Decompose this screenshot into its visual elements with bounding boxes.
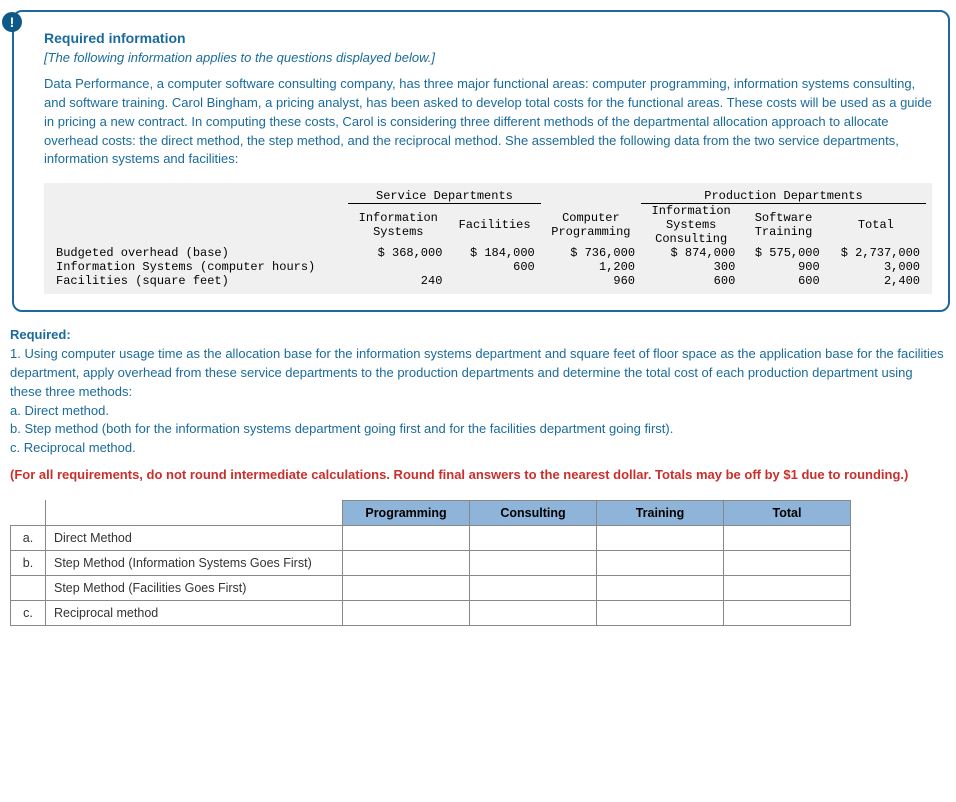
table-row: Information Systems (computer hours) 600… — [50, 260, 926, 274]
required-section: Required: 1. Using computer usage time a… — [0, 320, 956, 462]
cell: 300 — [641, 260, 741, 274]
answer-row: c. Reciprocal method — [11, 601, 851, 626]
info-badge: ! — [2, 12, 22, 32]
cell — [448, 274, 540, 288]
col-header-programming: ComputerProgramming — [541, 204, 641, 247]
answer-row-label: Reciprocal method — [46, 601, 343, 626]
answer-table-container: Programming Consulting Training Total a.… — [0, 492, 956, 634]
answer-input[interactable] — [724, 526, 851, 551]
row-label-0: Budgeted overhead (base) — [50, 246, 348, 260]
answer-header-programming: Programming — [343, 501, 470, 526]
answer-input[interactable] — [470, 526, 597, 551]
card-subhead: [The following information applies to th… — [44, 50, 932, 65]
cell: $ 2,737,000 — [826, 246, 926, 260]
answer-input[interactable] — [724, 601, 851, 626]
answer-input[interactable] — [343, 576, 470, 601]
col-header-total: Total — [826, 204, 926, 247]
answer-row-label: Step Method (Information Systems Goes Fi… — [46, 551, 343, 576]
answer-row: Step Method (Facilities Goes First) — [11, 576, 851, 601]
cell: 240 — [348, 274, 448, 288]
answer-input[interactable] — [597, 551, 724, 576]
answer-row-label: Direct Method — [46, 526, 343, 551]
answer-input[interactable] — [343, 551, 470, 576]
required-b: b. Step method (both for the information… — [10, 421, 673, 436]
answer-input[interactable] — [724, 551, 851, 576]
required-a: a. Direct method. — [10, 403, 109, 418]
row-label-1: Information Systems (computer hours) — [50, 260, 348, 274]
required-info-card: Required information [The following info… — [12, 10, 950, 312]
cell: 600 — [641, 274, 741, 288]
col-header-consulting: InformationSystemsConsulting — [641, 204, 741, 247]
answer-row-key: a. — [11, 526, 46, 551]
answer-row-key: b. — [11, 551, 46, 576]
cell: $ 184,000 — [448, 246, 540, 260]
answer-header-total: Total — [724, 501, 851, 526]
answer-input[interactable] — [597, 526, 724, 551]
cell: 2,400 — [826, 274, 926, 288]
answer-input[interactable] — [470, 576, 597, 601]
required-intro: 1. Using computer usage time as the allo… — [10, 346, 944, 399]
row-label-2: Facilities (square feet) — [50, 274, 348, 288]
card-body: Data Performance, a computer software co… — [44, 75, 932, 169]
group-header-production: Production Departments — [641, 189, 926, 204]
table-row: Facilities (square feet) 240 960 600 600… — [50, 274, 926, 288]
col-header-training: SoftwareTraining — [741, 204, 825, 247]
cell: 3,000 — [826, 260, 926, 274]
answer-input[interactable] — [343, 526, 470, 551]
answer-input[interactable] — [343, 601, 470, 626]
cell: $ 736,000 — [541, 246, 641, 260]
cell: 1,200 — [541, 260, 641, 274]
card-heading: Required information — [44, 30, 932, 46]
col-header-info-sys: InformationSystems — [348, 204, 448, 247]
answer-input[interactable] — [470, 601, 597, 626]
required-heading: Required: — [10, 327, 71, 342]
cell — [348, 260, 448, 274]
required-c: c. Reciprocal method. — [10, 440, 136, 455]
cell: 600 — [448, 260, 540, 274]
table-row: Budgeted overhead (base) $ 368,000 $ 184… — [50, 246, 926, 260]
group-header-service: Service Departments — [348, 189, 541, 204]
answer-row-key: c. — [11, 601, 46, 626]
answer-row: a. Direct Method — [11, 526, 851, 551]
data-table: Service Departments Production Departmen… — [50, 189, 926, 288]
cell: 960 — [541, 274, 641, 288]
answer-input[interactable] — [597, 576, 724, 601]
cell: $ 874,000 — [641, 246, 741, 260]
answer-table: Programming Consulting Training Total a.… — [10, 500, 851, 626]
answer-row-label: Step Method (Facilities Goes First) — [46, 576, 343, 601]
answer-input[interactable] — [724, 576, 851, 601]
cell: $ 575,000 — [741, 246, 825, 260]
answer-row-key — [11, 576, 46, 601]
answer-input[interactable] — [470, 551, 597, 576]
answer-header-training: Training — [597, 501, 724, 526]
answer-row: b. Step Method (Information Systems Goes… — [11, 551, 851, 576]
answer-input[interactable] — [597, 601, 724, 626]
col-header-facilities: Facilities — [448, 204, 540, 247]
cell: 900 — [741, 260, 825, 274]
cell: 600 — [741, 274, 825, 288]
data-table-container: Service Departments Production Departmen… — [44, 183, 932, 294]
cell: $ 368,000 — [348, 246, 448, 260]
answer-header-consulting: Consulting — [470, 501, 597, 526]
rounding-note: (For all requirements, do not round inte… — [0, 462, 956, 492]
